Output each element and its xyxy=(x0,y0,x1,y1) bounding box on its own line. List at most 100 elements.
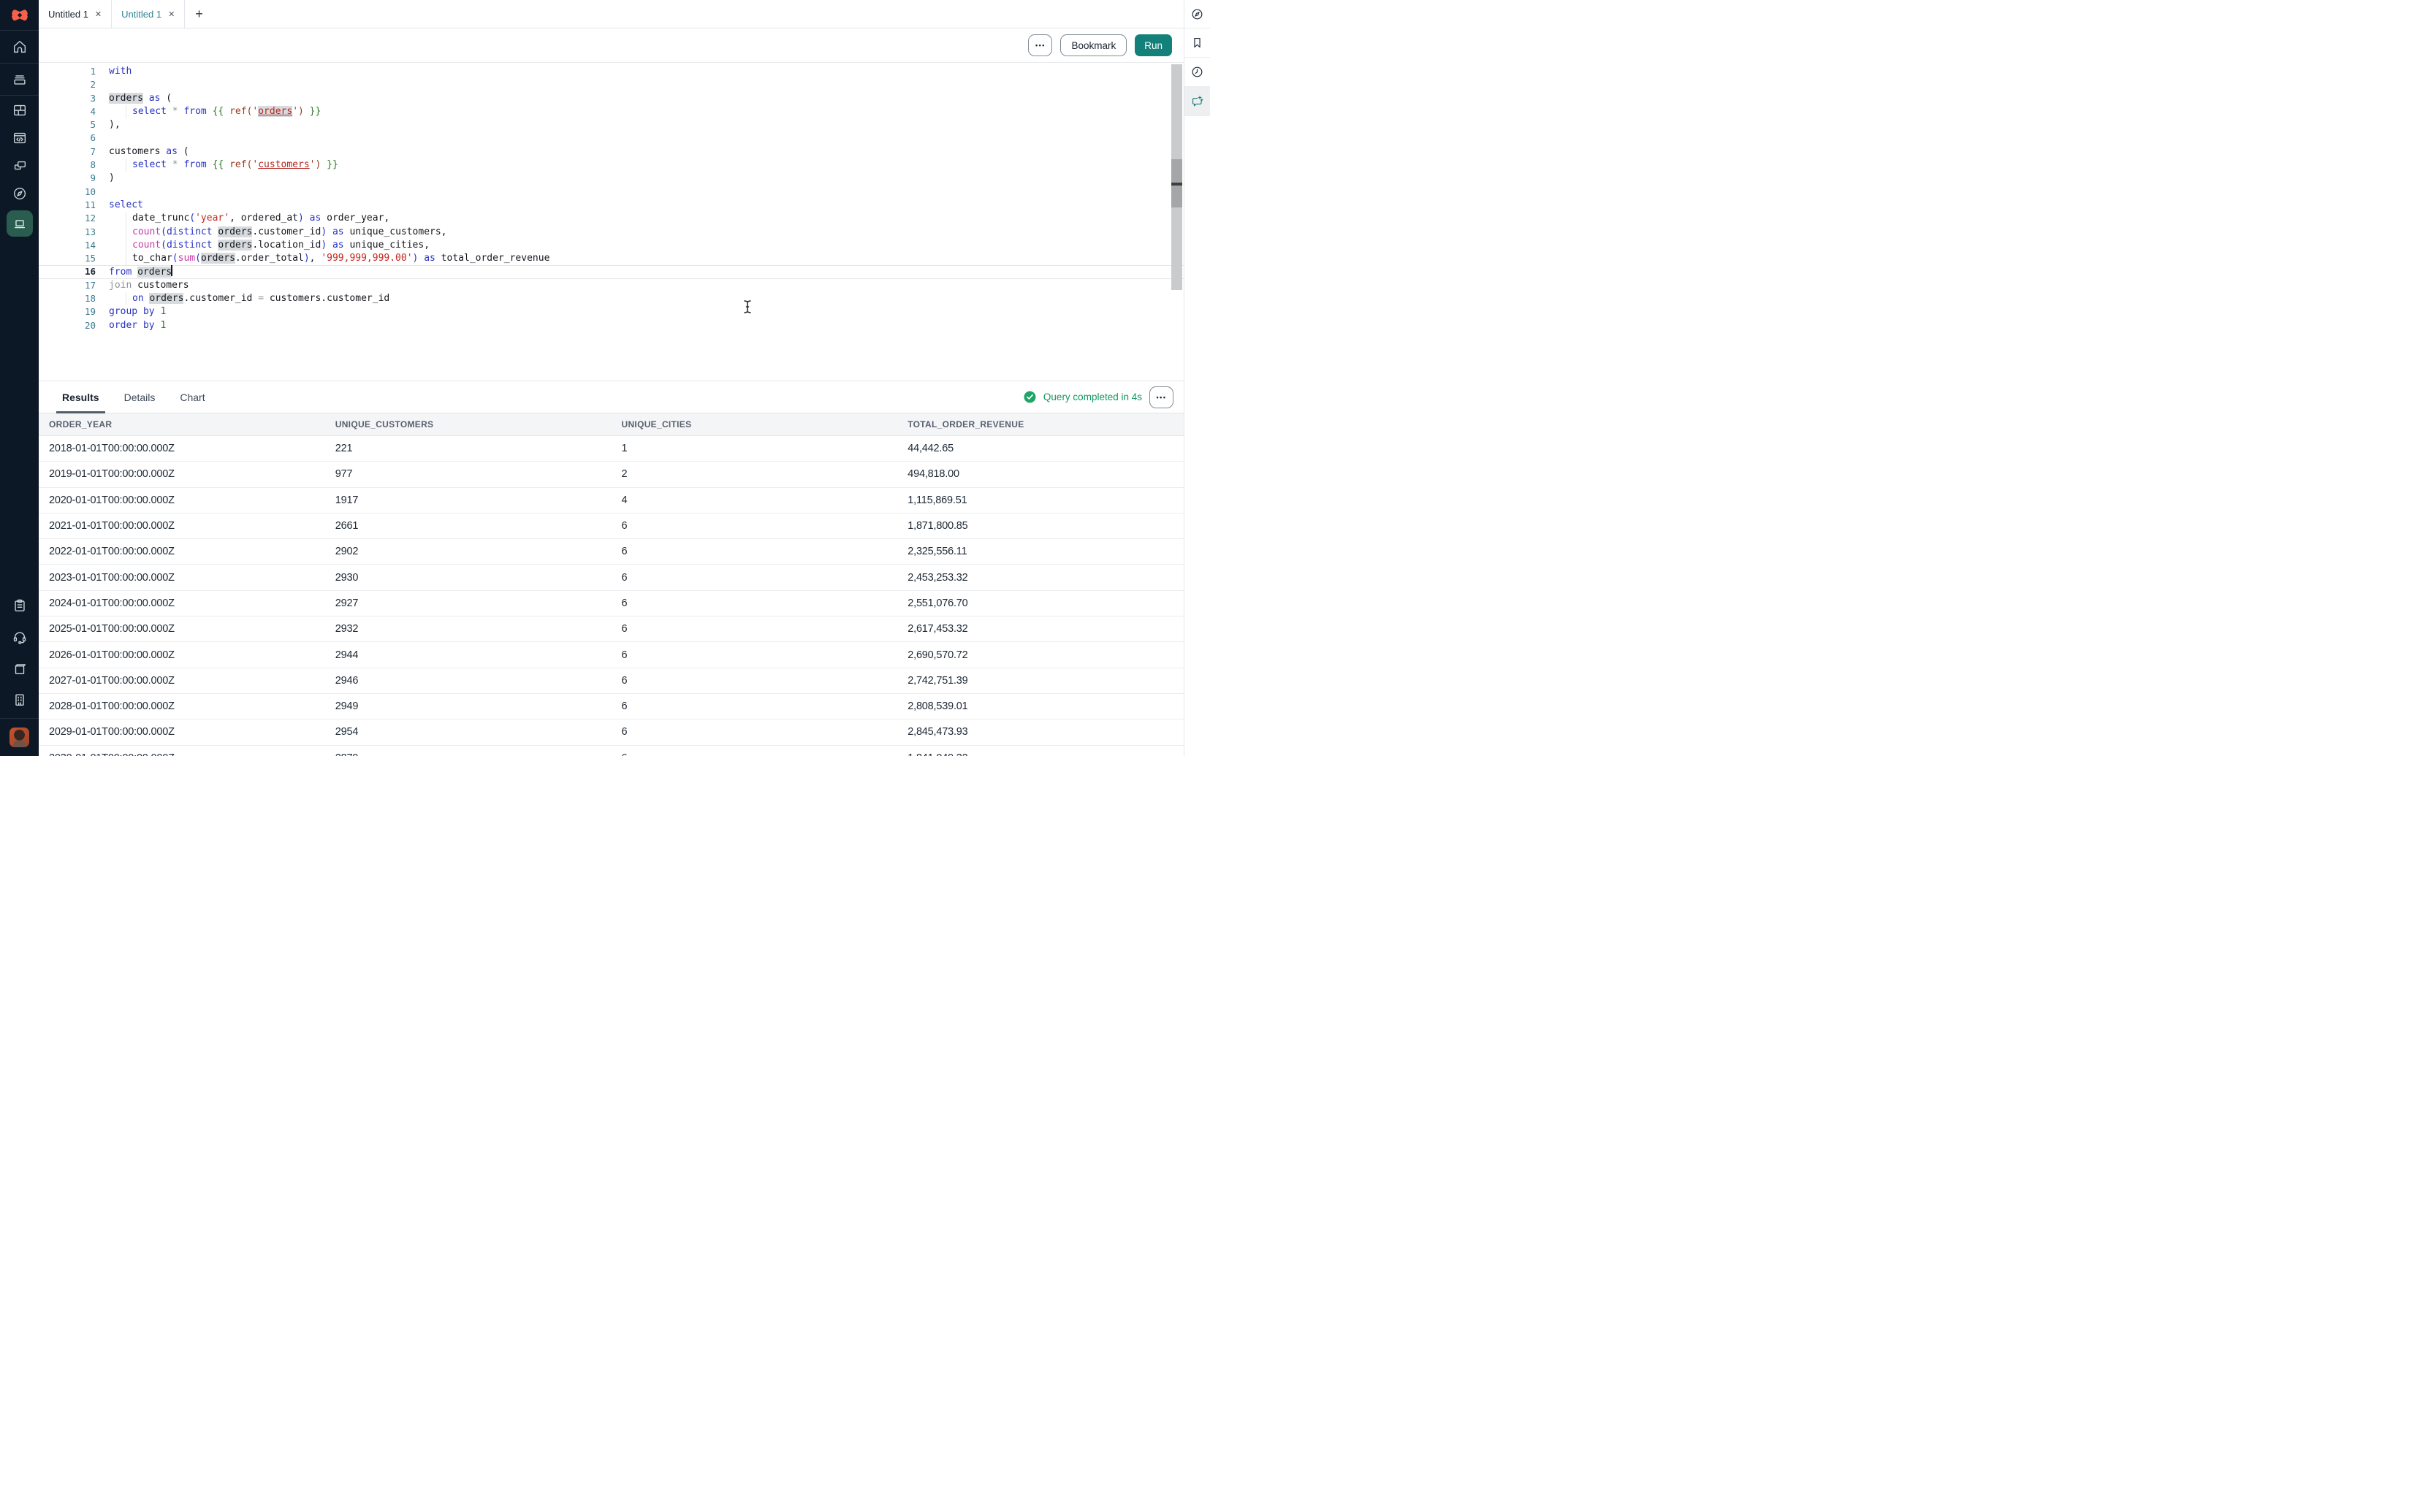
code-line[interactable]: 20order by 1 xyxy=(39,319,1184,332)
tab-label: Untitled 1 xyxy=(48,9,88,20)
column-header[interactable]: UNIQUE_CITIES xyxy=(612,419,898,429)
check-circle-icon xyxy=(1024,391,1036,403)
code-token: customers xyxy=(109,146,160,157)
table-row[interactable]: 2019-01-01T00:00:00.000Z9772494,818.00 xyxy=(39,462,1184,487)
close-icon[interactable]: ✕ xyxy=(95,9,102,19)
docs-book-icon[interactable] xyxy=(0,657,39,679)
code-line[interactable]: 14count(distinct orders.location_id) as … xyxy=(39,239,1184,252)
hex-logo-icon[interactable] xyxy=(0,5,39,26)
code-token: order by xyxy=(109,320,155,331)
support-headset-icon[interactable] xyxy=(0,626,39,648)
code-line[interactable]: 15to_char(sum(orders.order_total), '999,… xyxy=(39,252,1184,265)
right-sidebar xyxy=(1184,0,1210,756)
organization-building-icon[interactable] xyxy=(0,689,39,711)
line-number: 3 xyxy=(39,92,96,105)
code-line[interactable]: 1with xyxy=(39,65,1184,78)
code-line[interactable]: 18on orders.customer_id = customers.cust… xyxy=(39,292,1184,305)
table-cell: 2661 xyxy=(325,520,612,532)
code-token: 'year' xyxy=(195,213,229,224)
code-token: orders xyxy=(218,226,252,237)
tab-chart[interactable]: Chart xyxy=(180,381,205,413)
bookmark-icon[interactable] xyxy=(1184,28,1210,58)
tab-results[interactable]: Results xyxy=(62,381,99,413)
code-token xyxy=(207,159,213,170)
home-icon[interactable] xyxy=(0,36,39,58)
user-avatar[interactable] xyxy=(0,727,39,747)
code-token: count xyxy=(132,240,161,251)
table-cell: 2,453,253.32 xyxy=(897,572,1184,584)
code-token: customers.customer_id xyxy=(264,293,389,304)
code-line[interactable]: 17join customers xyxy=(39,279,1184,292)
table-row[interactable]: 2026-01-01T00:00:00.000Z294462,690,570.7… xyxy=(39,642,1184,668)
table-row[interactable]: 2024-01-01T00:00:00.000Z292762,551,076.7… xyxy=(39,591,1184,616)
clipboard-icon[interactable] xyxy=(0,595,39,616)
code-token: , xyxy=(310,253,321,264)
code-line[interactable]: 8select * from {{ ref('customers') }} xyxy=(39,159,1184,172)
code-line[interactable]: 2 xyxy=(39,78,1184,91)
table-row[interactable]: 2022-01-01T00:00:00.000Z290262,325,556.1… xyxy=(39,539,1184,565)
column-header[interactable]: TOTAL_ORDER_REVENUE xyxy=(897,419,1184,429)
code-token: * xyxy=(172,159,178,170)
code-token xyxy=(167,159,172,170)
code-line[interactable]: 10 xyxy=(39,186,1184,199)
results-more-button[interactable]: ••• xyxy=(1149,386,1173,408)
code-line[interactable]: 11select xyxy=(39,199,1184,212)
table-cell: 2024-01-01T00:00:00.000Z xyxy=(39,597,325,609)
code-token: ( xyxy=(189,213,195,224)
app-grid-icon[interactable] xyxy=(0,99,39,121)
table-cell: 2023-01-01T00:00:00.000Z xyxy=(39,572,325,584)
code-token: ( xyxy=(161,226,167,237)
code-line[interactable]: 3orders as ( xyxy=(39,92,1184,105)
table-row[interactable]: 2028-01-01T00:00:00.000Z294962,808,539.0… xyxy=(39,694,1184,719)
column-header[interactable]: ORDER_YEAR xyxy=(39,419,325,429)
code-line[interactable]: 19group by 1 xyxy=(39,305,1184,318)
table-row[interactable]: 2021-01-01T00:00:00.000Z266161,871,800.8… xyxy=(39,513,1184,539)
code-line[interactable]: 6 xyxy=(39,131,1184,145)
tab-details[interactable]: Details xyxy=(124,381,156,413)
table-row[interactable]: 2020-01-01T00:00:00.000Z191741,115,869.5… xyxy=(39,488,1184,513)
explore-compass-icon[interactable] xyxy=(0,183,39,205)
table-row[interactable]: 2023-01-01T00:00:00.000Z293062,453,253.3… xyxy=(39,565,1184,590)
new-tab-button[interactable]: + xyxy=(185,0,213,28)
table-row[interactable]: 2025-01-01T00:00:00.000Z293262,617,453.3… xyxy=(39,616,1184,642)
editor-scrollbar[interactable] xyxy=(1171,64,1182,290)
code-line[interactable]: 7customers as ( xyxy=(39,145,1184,159)
table-cell: 2927 xyxy=(325,597,612,609)
code-token: orders xyxy=(149,293,183,304)
screens-icon[interactable] xyxy=(0,155,39,177)
code-window-icon[interactable] xyxy=(0,127,39,149)
line-number: 14 xyxy=(39,239,96,252)
table-cell: 2944 xyxy=(325,649,612,661)
table-row[interactable]: 2030-01-01T00:00:00.000Z287961,841,049.3… xyxy=(39,746,1184,756)
more-options-button[interactable]: ••• xyxy=(1028,34,1052,56)
run-button[interactable]: Run xyxy=(1135,34,1172,56)
projects-stack-icon[interactable] xyxy=(0,68,39,90)
code-token: ( xyxy=(161,240,167,251)
code-token: 1 xyxy=(160,320,166,331)
table-row[interactable]: 2018-01-01T00:00:00.000Z221144,442.65 xyxy=(39,436,1184,462)
ibeam-mouse-cursor xyxy=(742,299,753,318)
code-line[interactable]: 4select * from {{ ref('orders') }} xyxy=(39,105,1184,118)
line-number: 15 xyxy=(39,252,96,265)
line-number: 18 xyxy=(39,292,96,305)
code-line[interactable]: 16from orders xyxy=(39,265,1184,278)
code-line[interactable]: 9) xyxy=(39,172,1184,185)
workstation-laptop-icon[interactable] xyxy=(0,210,39,237)
tab-untitled-1-inactive[interactable]: Untitled 1 ✕ xyxy=(112,0,185,28)
history-clock-icon[interactable] xyxy=(1184,58,1210,87)
bookmark-button[interactable]: Bookmark xyxy=(1060,34,1127,56)
ai-chat-sparkles-icon[interactable] xyxy=(1184,87,1210,116)
code-line[interactable]: 12date_trunc('year', ordered_at) as orde… xyxy=(39,212,1184,225)
tab-untitled-1-active[interactable]: Untitled 1 ✕ xyxy=(39,0,112,28)
sql-editor[interactable]: 1with23orders as (4select * from {{ ref(… xyxy=(39,63,1184,381)
sidebar-divider xyxy=(0,95,39,96)
line-number: 1 xyxy=(39,65,96,78)
close-icon[interactable]: ✕ xyxy=(168,9,175,19)
table-row[interactable]: 2029-01-01T00:00:00.000Z295462,845,473.9… xyxy=(39,719,1184,745)
table-row[interactable]: 2027-01-01T00:00:00.000Z294662,742,751.3… xyxy=(39,668,1184,694)
line-number: 9 xyxy=(39,172,96,185)
code-line[interactable]: 13count(distinct orders.customer_id) as … xyxy=(39,226,1184,239)
column-header[interactable]: UNIQUE_CUSTOMERS xyxy=(325,419,612,429)
code-line[interactable]: 5), xyxy=(39,118,1184,131)
compass-icon[interactable] xyxy=(1184,0,1210,28)
